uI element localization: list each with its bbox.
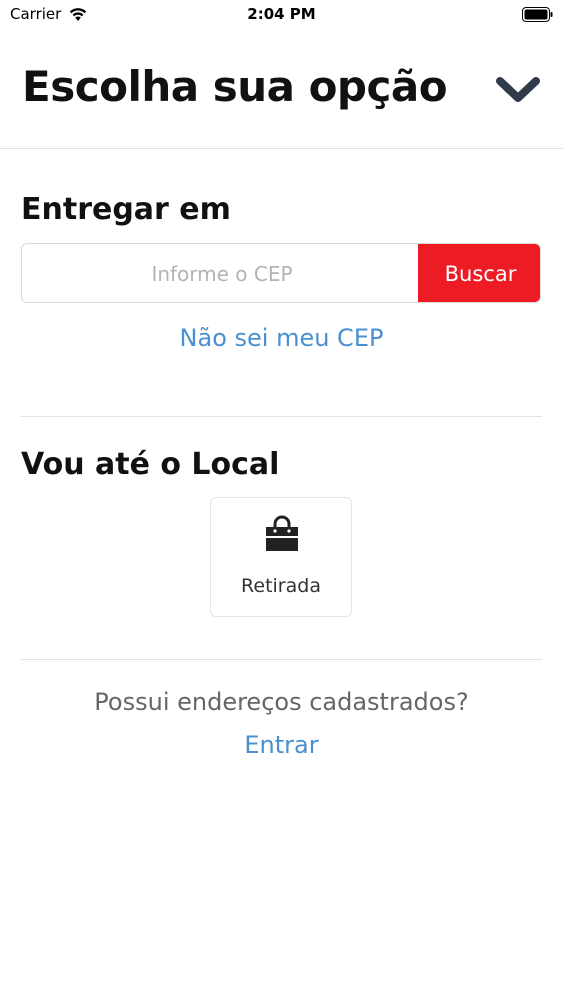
unknown-cep-link[interactable]: Não sei meu CEP — [0, 324, 563, 352]
clock: 2:04 PM — [247, 5, 316, 23]
header-divider — [0, 148, 563, 149]
registered-address-question: Possui endereços cadastrados? — [94, 688, 469, 716]
cep-search-box: Buscar — [21, 243, 541, 303]
section-divider — [21, 659, 542, 660]
login-link[interactable]: Entrar — [0, 731, 563, 759]
battery-icon — [522, 7, 553, 22]
chevron-down-icon[interactable] — [494, 72, 542, 112]
status-bar: Carrier 2:04 PM — [0, 0, 563, 30]
pickup-option-card[interactable]: Retirada — [210, 497, 352, 617]
section-divider — [21, 416, 542, 417]
delivery-heading: Entregar em — [21, 192, 231, 227]
pickup-heading: Vou até o Local — [21, 447, 280, 482]
cep-input[interactable] — [22, 244, 422, 302]
shopping-bag-icon — [266, 515, 298, 551]
page-title: Escolha sua opção — [22, 62, 448, 111]
pickup-option-label: Retirada — [241, 575, 321, 597]
search-button[interactable]: Buscar — [418, 244, 540, 302]
